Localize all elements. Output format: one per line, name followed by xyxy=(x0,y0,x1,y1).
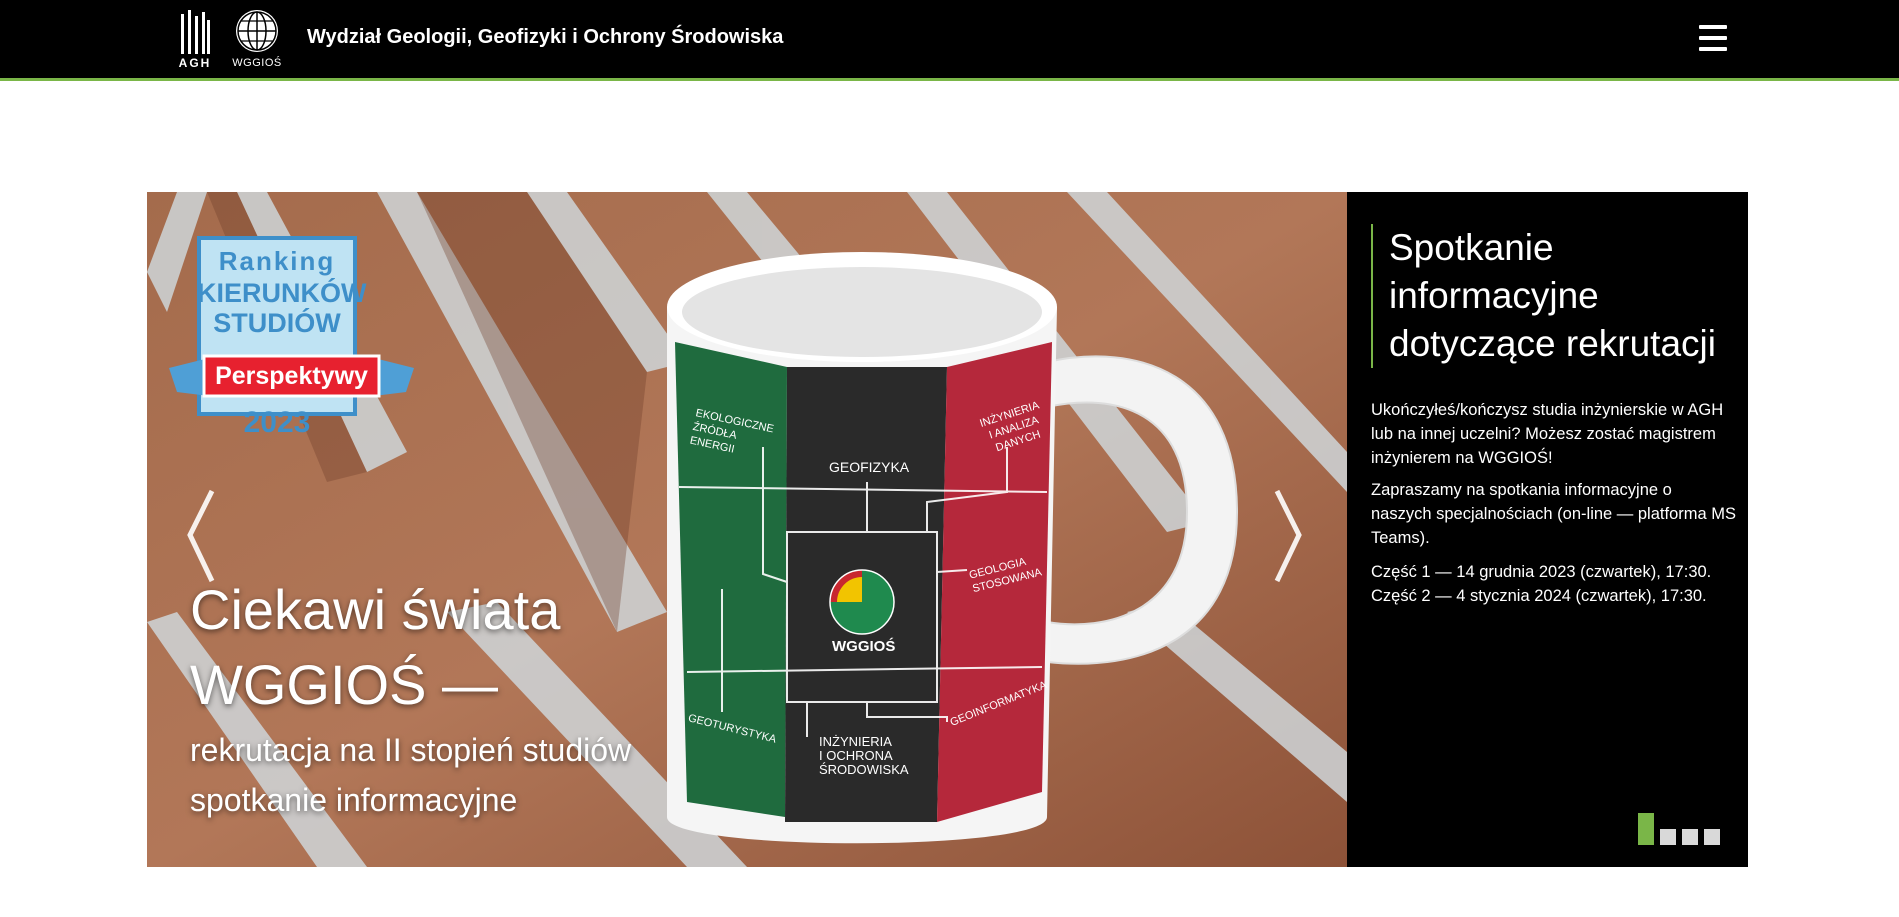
wggios-globe-icon xyxy=(236,10,278,52)
slide-subheadline: rekrutacja na II stopień studiów xyxy=(190,732,632,768)
badge-line: STUDIÓW xyxy=(213,308,341,338)
caption-title[interactable]: Spotkanie informacyjne dotyczące rekruta… xyxy=(1371,224,1739,368)
slide-headline: Ciekawi świata xyxy=(190,578,561,641)
menu-line xyxy=(1699,47,1727,51)
mug-label-line: ŚRODOWISKA xyxy=(819,762,909,777)
hero-slider: EKOLOGICZNE ŹRÓDŁA ENERGII GEOFIZYKA INŻ… xyxy=(147,192,1748,867)
wggios-logo-text: WGGIOŚ xyxy=(232,57,282,69)
badge-ranking-text: Ranking xyxy=(218,246,336,276)
chevron-right-icon xyxy=(1274,489,1302,583)
next-slide-button[interactable] xyxy=(1267,487,1307,587)
chevron-left-icon xyxy=(187,489,215,583)
pagination-dot-2[interactable] xyxy=(1660,829,1676,845)
slider-pagination xyxy=(1638,813,1738,845)
caption-date-1: Część 1 — 14 grudnia 2023 (czwartek), 17… xyxy=(1371,563,1712,581)
badge-line: KIERUNKÓW xyxy=(197,278,367,308)
hamburger-menu-button[interactable] xyxy=(1699,25,1729,53)
mug-label-line: INŻYNIERIA xyxy=(819,734,892,749)
caption-date-2: Część 2 — 4 stycznia 2024 (czwartek), 17… xyxy=(1371,587,1707,605)
slide-headline-2: WGGIOŚ — xyxy=(190,653,498,716)
wggios-logo[interactable]: WGGIOŚ xyxy=(232,8,282,70)
badge-kierunkow-text: KIERUNKÓW STUDIÓW xyxy=(197,278,367,338)
badge-year-text: 2023 xyxy=(243,406,311,439)
mug-label-line: I OCHRONA xyxy=(819,748,893,763)
caption-dates: Część 1 — 14 grudnia 2023 (czwartek), 17… xyxy=(1371,560,1736,608)
prev-slide-button[interactable] xyxy=(182,487,222,587)
site-header: AGH WGGIOŚ Wydział Geologii, Geofizyki i… xyxy=(0,0,1899,81)
mug-label: WGGIOŚ xyxy=(832,638,896,655)
slide-caption-panel: Spotkanie informacyjne dotyczące rekruta… xyxy=(1347,192,1748,867)
badge-perspektywy-text: Perspektywy xyxy=(215,362,368,390)
slide-image[interactable]: EKOLOGICZNE ŹRÓDŁA ENERGII GEOFIZYKA INŻ… xyxy=(147,192,1347,867)
slide-subheadline-2: spotkanie informacyjne xyxy=(190,782,518,818)
pagination-dot-4[interactable] xyxy=(1704,829,1720,845)
pagination-dot-1[interactable] xyxy=(1638,813,1654,845)
pagination-dot-3[interactable] xyxy=(1682,829,1698,845)
ranking-badge: Ranking KIERUNKÓW STUDIÓW Perspektywy 20… xyxy=(169,236,419,439)
mug-label: INŻYNIERIA I OCHRONA ŚRODOWISKA xyxy=(819,735,909,777)
agh-logo-text: AGH xyxy=(178,56,212,70)
agh-logo-icon xyxy=(181,10,210,54)
menu-line xyxy=(1699,36,1727,40)
site-title[interactable]: Wydział Geologii, Geofizyki i Ochrony Śr… xyxy=(307,26,783,49)
caption-body: Ukończyłeś/kończysz studia inżynierskie … xyxy=(1371,398,1736,616)
mug-label: GEOFIZYKA xyxy=(829,459,910,475)
caption-paragraph: Ukończyłeś/kończysz studia inżynierskie … xyxy=(1371,401,1724,467)
agh-logo[interactable]: AGH xyxy=(175,8,215,70)
caption-paragraph: Zapraszamy na spotkania informacyjne o n… xyxy=(1371,481,1736,547)
menu-line xyxy=(1699,25,1727,29)
